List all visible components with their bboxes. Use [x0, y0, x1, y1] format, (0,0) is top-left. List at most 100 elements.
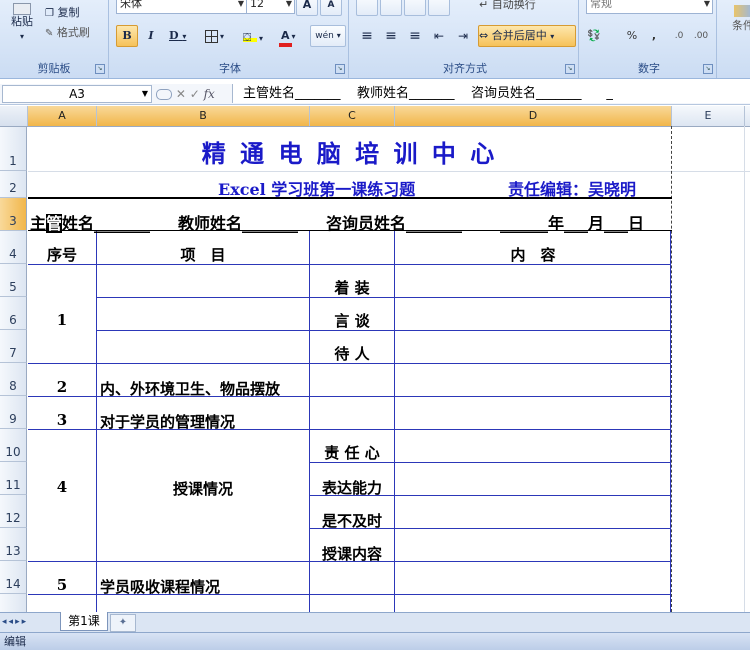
align-right-button[interactable]: ≡: [404, 25, 426, 47]
bold-button[interactable]: B: [116, 25, 138, 47]
row-header-5[interactable]: 5: [0, 264, 27, 297]
align-bottom-button[interactable]: [404, 0, 426, 16]
row-header-2[interactable]: 2: [0, 171, 27, 198]
header-content[interactable]: 内 容: [395, 244, 671, 265]
chevron-down-icon: ▼: [141, 89, 148, 98]
item-cell[interactable]: 授课情况: [97, 478, 309, 499]
formula-input[interactable]: 主管姓名_______ 教师姓名_______ 咨询员姓名_______ _: [232, 84, 750, 103]
decrease-decimal-button[interactable]: .00: [690, 25, 712, 47]
row-header-1[interactable]: 1: [0, 127, 27, 171]
increase-decimal-button[interactable]: .0: [668, 25, 690, 47]
enter-icon[interactable]: ✓: [190, 87, 200, 101]
underline-button[interactable]: D ▾: [164, 25, 200, 47]
tab-sheet1[interactable]: 第1课: [60, 612, 108, 631]
item-cell[interactable]: 对于学员的管理情况: [100, 411, 235, 432]
chevron-down-icon: ▾: [220, 32, 225, 41]
header-seq[interactable]: 序号: [28, 244, 96, 265]
row-header-10[interactable]: 10: [0, 429, 27, 462]
column-header-d[interactable]: D: [395, 106, 672, 126]
font-name-combo[interactable]: 宋体 ▼: [116, 0, 247, 14]
date-field[interactable]: ______年___月___日: [500, 210, 644, 234]
cancel-icon[interactable]: ✕: [176, 87, 186, 101]
shrink-font-button[interactable]: A: [320, 0, 342, 16]
column-header-e[interactable]: E: [672, 106, 745, 126]
row-header-15[interactable]: [0, 594, 27, 612]
align-middle-button[interactable]: [380, 0, 402, 16]
header-item[interactable]: 项 目: [97, 244, 309, 265]
percent-button[interactable]: %: [622, 25, 642, 47]
row-header-3[interactable]: 3: [0, 198, 27, 231]
row-header-12[interactable]: 12: [0, 495, 27, 528]
align-center-button[interactable]: ≡: [380, 25, 402, 47]
subitem-cell[interactable]: 是不及时: [310, 510, 394, 531]
cell-a3[interactable]: 主管姓名_______: [30, 210, 150, 234]
teacher-field[interactable]: 教师姓名_______: [178, 210, 298, 234]
subitem-cell[interactable]: 授课内容: [310, 543, 394, 564]
decrease-indent-button[interactable]: ⇤: [428, 25, 450, 47]
subitem-cell[interactable]: 待 人: [310, 343, 394, 364]
subitem-cell[interactable]: 着 装: [310, 277, 394, 298]
gridline: [744, 126, 745, 612]
seq-cell[interactable]: 3: [28, 411, 96, 429]
align-top-button[interactable]: [356, 0, 378, 16]
row-header-8[interactable]: 8: [0, 363, 27, 396]
item-cell[interactable]: 内、外环境卫生、物品摆放: [100, 378, 280, 399]
paste-button[interactable]: 粘贴 ▾: [4, 2, 40, 46]
merge-center-button[interactable]: ⇔ 合并后居中 ▾: [478, 25, 576, 47]
dialog-launcher-icon[interactable]: ↘: [335, 64, 345, 74]
dialog-launcher-icon[interactable]: ↘: [565, 64, 575, 74]
increase-indent-button[interactable]: ⇥: [452, 25, 474, 47]
comma-button[interactable]: ,: [644, 25, 664, 47]
copy-button[interactable]: ❐ 复制: [44, 2, 106, 24]
row-header-4[interactable]: 4: [0, 231, 27, 264]
column-header-c[interactable]: C: [310, 106, 395, 126]
seq-cell[interactable]: 4: [28, 478, 96, 496]
item-cell[interactable]: 学员吸收课程情况: [100, 576, 220, 597]
subitem-cell[interactable]: 言 谈: [310, 310, 394, 331]
counselor-field[interactable]: 咨询员姓名_______: [326, 210, 462, 234]
grow-font-button[interactable]: A: [296, 0, 318, 16]
format-painter-button[interactable]: ✎ 格式刷: [44, 22, 106, 44]
conditional-format-button[interactable]: 条件: [724, 2, 750, 48]
row-header-9[interactable]: 9: [0, 396, 27, 429]
insert-function-icon[interactable]: fx: [204, 87, 215, 101]
last-sheet-icon[interactable]: ▸: [22, 617, 29, 627]
font-size-combo[interactable]: 12 ▼: [246, 0, 295, 14]
borders-button[interactable]: ▾: [200, 25, 232, 47]
gridline: [28, 171, 750, 172]
dialog-launcher-icon[interactable]: ↘: [703, 64, 713, 74]
subitem-cell[interactable]: 责 任 心: [310, 442, 394, 463]
row-header-13[interactable]: 13: [0, 528, 27, 561]
select-all-corner[interactable]: [0, 106, 28, 126]
row-header-6[interactable]: 6: [0, 297, 27, 330]
tab-navigation[interactable]: ◂◂▸▸: [2, 615, 56, 629]
phonetic-button[interactable]: wén ▾: [310, 25, 346, 47]
seq-cell[interactable]: 5: [28, 576, 96, 594]
column-header-b[interactable]: B: [97, 106, 310, 126]
insert-sheet-icon[interactable]: ✦: [110, 614, 136, 632]
align-left-button[interactable]: ≡: [356, 25, 378, 47]
fill-color-button[interactable]: ⛋ ▾: [238, 25, 272, 47]
accounting-format-button[interactable]: 💱: [586, 25, 618, 47]
subitem-cell[interactable]: 表达能力: [310, 477, 394, 498]
sheet-editor[interactable]: 责任编辑：吴晓明: [508, 176, 636, 200]
orientation-button[interactable]: [428, 0, 450, 16]
column-header-a[interactable]: A: [28, 106, 97, 126]
font-color-button[interactable]: A ▾: [274, 25, 308, 47]
row-header-11[interactable]: 11: [0, 462, 27, 495]
row-header-7[interactable]: 7: [0, 330, 27, 363]
grow-font-icon: A: [302, 0, 312, 11]
name-box[interactable]: A3 ▼: [2, 85, 152, 103]
seq-cell[interactable]: 2: [28, 378, 96, 396]
chevron-down-icon: ▼: [237, 0, 244, 8]
sheet-subtitle[interactable]: Excel 学习班第一课练习题: [218, 176, 415, 200]
expand-handle-icon[interactable]: [156, 89, 172, 100]
seq-cell[interactable]: 1: [28, 311, 96, 329]
number-format-combo[interactable]: 常规 ▼: [586, 0, 713, 14]
wrap-text-button[interactable]: ↵ 自动换行: [478, 0, 576, 16]
sheet-title[interactable]: 精 通 电 脑 培 训 中 心: [28, 134, 671, 169]
align-center-icon: ≡: [385, 28, 397, 44]
italic-button[interactable]: I: [140, 25, 162, 47]
row-header-14[interactable]: 14: [0, 561, 27, 594]
dialog-launcher-icon[interactable]: ↘: [95, 64, 105, 74]
